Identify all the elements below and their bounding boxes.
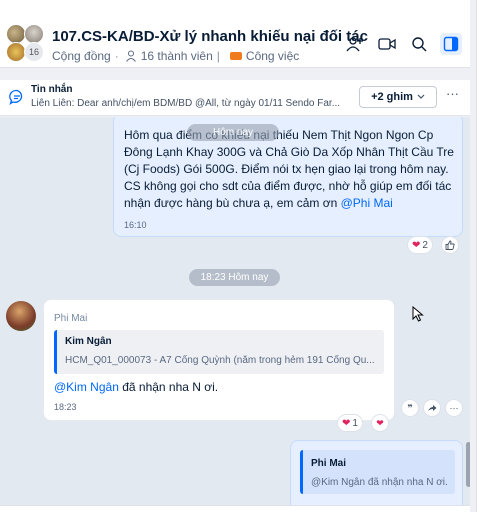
member-avatar [24, 24, 44, 44]
community-label: Cộng đồng [52, 49, 111, 63]
separator-dot: · [114, 49, 119, 63]
heart-icon: ❤ [412, 239, 421, 251]
person-icon [125, 50, 136, 62]
mention-link[interactable]: @Phi Mai [341, 196, 393, 210]
tag-label[interactable]: Công việc [246, 49, 299, 63]
quoted-sender: Phi Mai [311, 458, 347, 469]
chat-window: 16 107.CS-KA/BD-Xử lý nhanh khiếu nại đố… [0, 0, 496, 512]
side-panel-edge [476, 0, 496, 512]
message-list[interactable]: Hôm qua điểm có khiếu nại thiếu Nem Thịt… [0, 117, 470, 505]
quoted-message[interactable]: Phi Mai @Kim Ngân đã nhận nha N ơi. [300, 450, 455, 494]
message-time: 18:23 [54, 402, 77, 412]
quoted-message[interactable]: Kim Ngân HCM_Q01_000073 - A7 Cống Quỳnh … [54, 330, 384, 374]
message-bubble-incoming[interactable]: Phi Mai Kim Ngân HCM_Q01_000073 - A7 Cốn… [43, 299, 395, 421]
conversation-subtitle: Cộng đồng · 16 thành viên | Công việc [52, 49, 299, 63]
more-options-icon[interactable]: ··· [446, 400, 462, 416]
panel-toggle-icon[interactable] [440, 33, 462, 55]
pinned-more-button[interactable]: ··· [446, 86, 459, 101]
header-actions [344, 33, 462, 55]
reaction-badge[interactable]: ❤ 1 [338, 415, 362, 431]
time-separator: 18:23 Hôm nay [189, 269, 280, 286]
member-avatar [6, 42, 26, 62]
heart-react-button[interactable]: ❤ [372, 415, 388, 431]
reply-quote-icon[interactable]: ❞ [402, 400, 418, 416]
message-icon [9, 89, 23, 105]
members-label[interactable]: 16 thành viên [141, 49, 213, 63]
more-pins-button[interactable]: +2 ghim [359, 86, 437, 108]
conversation-header: 16 107.CS-KA/BD-Xử lý nhanh khiếu nại đố… [0, 0, 470, 68]
quoted-text: HCM_Q01_000073 - A7 Cống Quỳnh (nằm tron… [65, 355, 375, 366]
like-icon[interactable] [442, 237, 458, 253]
pinned-title: Tin nhắn [31, 84, 73, 95]
message-text: @Kim Ngân đã nhận nha N ơi. [54, 379, 218, 396]
forward-icon[interactable] [424, 400, 440, 416]
message-bubble-own[interactable]: Phi Mai @Kim Ngân đã nhận nha N ơi. [290, 440, 463, 505]
tag-icon [229, 52, 242, 60]
video-call-icon[interactable] [376, 33, 398, 55]
mention-link[interactable]: @Kim Ngân [54, 380, 119, 394]
quoted-text: @Kim Ngân đã nhận nha N ơi. [311, 477, 448, 488]
conversation-title[interactable]: 107.CS-KA/BD-Xử lý nhanh khiếu nại đối t… [52, 28, 368, 45]
pinned-preview: Liên Liên: Dear anh/chị/em BDM/BD @All, … [31, 98, 341, 109]
reaction-count: 2 [422, 239, 428, 251]
composer-toolbar [0, 505, 470, 512]
heart-icon: ❤ [342, 417, 351, 429]
date-separator: Hôm nay [187, 124, 279, 141]
add-group-icon[interactable] [344, 33, 366, 55]
message-bubble-own[interactable]: Hôm qua điểm có khiếu nại thiếu Nem Thịt… [113, 117, 463, 237]
cursor-icon [412, 306, 424, 322]
reaction-count: 1 [352, 417, 358, 429]
reaction-badge[interactable]: ❤ 2 [408, 237, 432, 253]
message-body: đã nhận nha N ơi. [118, 380, 219, 394]
pinned-message-bar[interactable]: Tin nhắn Liên Liên: Dear anh/chị/em BDM/… [0, 80, 470, 116]
chevron-down-icon [417, 94, 425, 99]
scrollbar-thumb[interactable] [466, 442, 470, 487]
group-avatar[interactable]: 16 [4, 24, 44, 64]
separator-bar: | [216, 49, 220, 63]
sender-name: Phi Mai [54, 313, 88, 324]
search-icon[interactable] [408, 33, 430, 55]
message-body: Hôm qua điểm có khiếu nại thiếu Nem Thịt… [124, 128, 454, 210]
message-text: Hôm qua điểm có khiếu nại thiếu Nem Thịt… [124, 127, 459, 212]
quoted-sender: Kim Ngân [65, 336, 112, 347]
member-count-badge: 16 [24, 42, 44, 62]
sender-avatar[interactable] [6, 301, 36, 331]
message-time: 16:10 [124, 220, 147, 230]
member-avatar [6, 24, 26, 44]
more-pins-label: +2 ghim [371, 91, 413, 103]
